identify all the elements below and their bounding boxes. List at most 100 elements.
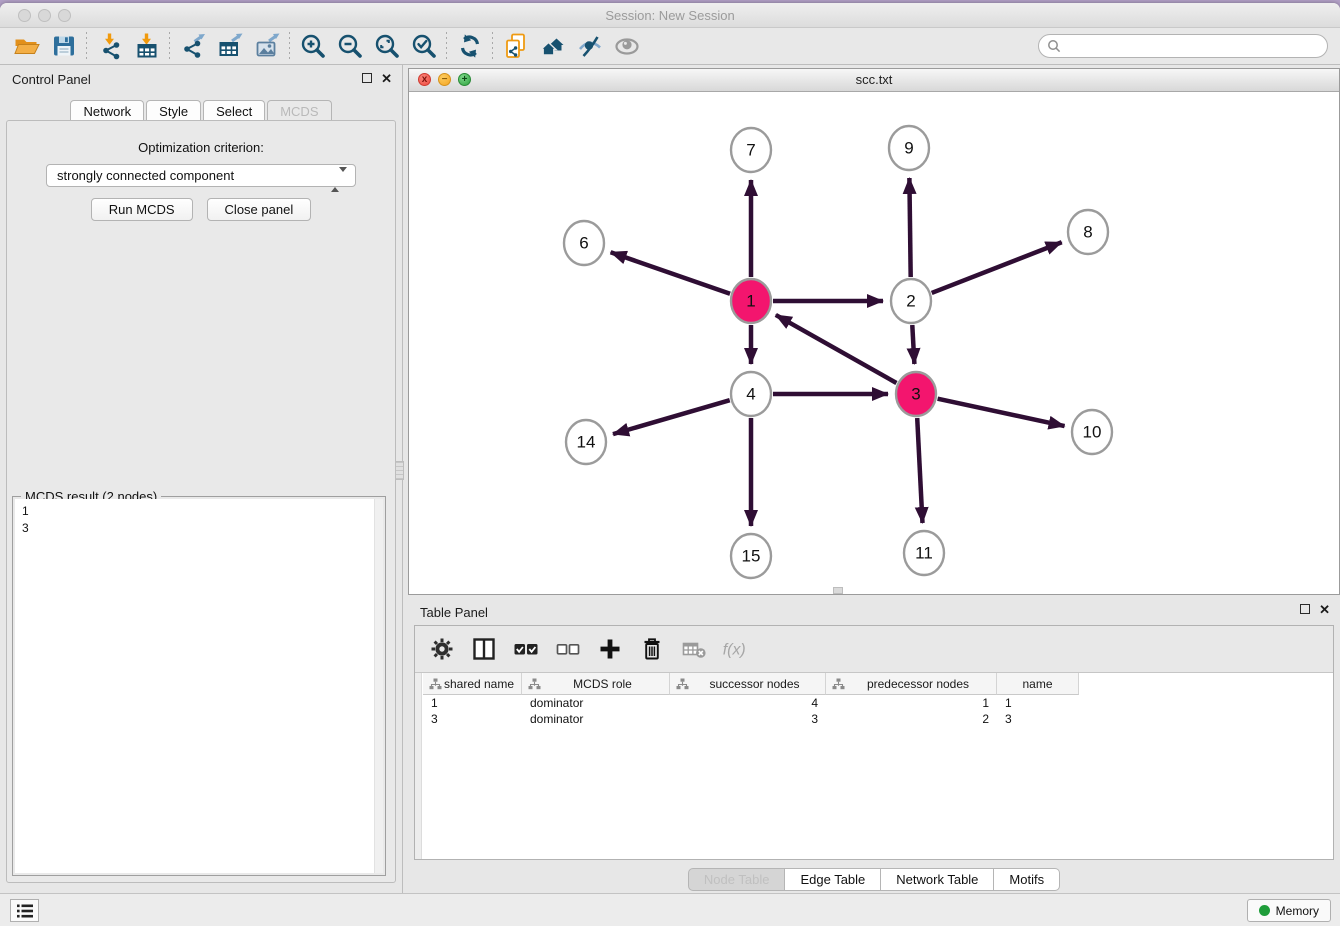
- graph-node-11[interactable]: 11: [904, 531, 944, 575]
- graph-node-10[interactable]: 10: [1072, 410, 1112, 454]
- add-row-button[interactable]: [595, 634, 625, 664]
- mcds-result-area[interactable]: 1 3: [15, 499, 383, 873]
- zoom-fit-button[interactable]: [368, 30, 405, 62]
- show-graphics-details-button[interactable]: [608, 30, 645, 62]
- table-cell[interactable]: dominator: [522, 695, 670, 711]
- column-header-MCDS-role[interactable]: MCDS role: [522, 673, 670, 695]
- network-minimize-button[interactable]: −: [438, 73, 451, 86]
- tab-motifs[interactable]: Motifs: [994, 868, 1060, 891]
- graph-edge-1-6[interactable]: [611, 252, 730, 293]
- network-graph[interactable]: 7 9 6 8 1 2 4 3 14 10 15 11: [409, 92, 1339, 594]
- table-cell[interactable]: 2: [826, 711, 997, 727]
- graph-edge-3-10[interactable]: [938, 399, 1065, 426]
- hierarchy-icon: [528, 678, 541, 693]
- network-close-button[interactable]: x: [418, 73, 431, 86]
- table-body: 1dominator4113dominator323: [423, 695, 1333, 727]
- graph-node-9[interactable]: 9: [889, 126, 929, 170]
- table-cell[interactable]: 3: [423, 711, 522, 727]
- save-session-button[interactable]: [45, 30, 82, 62]
- memory-button[interactable]: Memory: [1247, 899, 1331, 922]
- graph-node-1[interactable]: 1: [731, 279, 771, 323]
- graph-node-6[interactable]: 6: [564, 221, 604, 265]
- table-row[interactable]: 1dominator411: [423, 695, 1333, 711]
- delete-row-button[interactable]: [637, 634, 667, 664]
- show-all-networks-button[interactable]: [534, 30, 571, 62]
- divider-handle[interactable]: [395, 461, 404, 480]
- graph-edge-2-9[interactable]: [909, 178, 910, 277]
- toolbar-separator: [169, 32, 170, 60]
- column-header-predecessor-nodes[interactable]: predecessor nodes: [826, 673, 997, 695]
- close-panel-icon[interactable]: ✕: [381, 73, 392, 84]
- table-row[interactable]: 3dominator323: [423, 711, 1333, 727]
- float-panel-icon[interactable]: [362, 73, 372, 83]
- graph-node-7[interactable]: 7: [731, 128, 771, 172]
- table-cell[interactable]: 3: [997, 711, 1079, 727]
- tab-select[interactable]: Select: [203, 100, 265, 121]
- tab-mcds[interactable]: MCDS: [267, 100, 331, 121]
- column-header-shared-name[interactable]: shared name: [423, 673, 522, 695]
- export-table-button[interactable]: [211, 30, 248, 62]
- tab-network-table[interactable]: Network Table: [881, 868, 994, 891]
- zoom-selected-button[interactable]: [405, 30, 442, 62]
- zoom-out-icon: [336, 32, 364, 60]
- tab-network[interactable]: Network: [70, 100, 144, 121]
- network-maximize-button[interactable]: +: [458, 73, 471, 86]
- hide-graphics-details-button[interactable]: [571, 30, 608, 62]
- graph-edge-2-3[interactable]: [912, 325, 914, 364]
- export-image-button[interactable]: [248, 30, 285, 62]
- svg-text:7: 7: [746, 141, 755, 160]
- table-cell[interactable]: 1: [997, 695, 1079, 711]
- select-all-button[interactable]: [511, 634, 541, 664]
- canvas-resize-handle[interactable]: [833, 587, 843, 594]
- split-view-button[interactable]: [469, 634, 499, 664]
- float-panel-icon[interactable]: [1300, 604, 1310, 614]
- column-header-successor-nodes[interactable]: successor nodes: [670, 673, 826, 695]
- tab-edge-table[interactable]: Edge Table: [785, 868, 881, 891]
- zoom-in-button[interactable]: [294, 30, 331, 62]
- apply-layout-button[interactable]: [451, 30, 488, 62]
- task-history-button[interactable]: [10, 899, 39, 922]
- window-minimize-button[interactable]: [38, 9, 51, 22]
- graph-node-2[interactable]: 2: [891, 279, 931, 323]
- graph-edge-3-1[interactable]: [776, 315, 897, 383]
- import-table-button[interactable]: [128, 30, 165, 62]
- table-settings-button[interactable]: [427, 634, 457, 664]
- clone-network-button[interactable]: [497, 30, 534, 62]
- graph-node-3[interactable]: 3: [896, 372, 936, 416]
- table-cell[interactable]: 1: [423, 695, 522, 711]
- graph-edge-4-14[interactable]: [613, 400, 730, 434]
- delete-table-button[interactable]: [679, 634, 709, 664]
- table-cell[interactable]: 1: [826, 695, 997, 711]
- result-scrollbar[interactable]: [374, 499, 383, 873]
- table-cell[interactable]: dominator: [522, 711, 670, 727]
- function-builder-button[interactable]: f(x): [721, 634, 751, 664]
- graph-edge-2-8[interactable]: [932, 242, 1062, 293]
- criterion-select[interactable]: strongly connected component: [46, 164, 356, 187]
- graph-node-8[interactable]: 8: [1068, 210, 1108, 254]
- window-close-button[interactable]: [18, 9, 31, 22]
- deselect-all-button[interactable]: [553, 634, 583, 664]
- svg-text:f(x): f(x): [723, 641, 746, 658]
- export-network-button[interactable]: [174, 30, 211, 62]
- graph-edge-3-11[interactable]: [917, 418, 922, 523]
- graph-node-15[interactable]: 15: [731, 534, 771, 578]
- tab-style[interactable]: Style: [146, 100, 201, 121]
- table-cell[interactable]: 4: [670, 695, 826, 711]
- tab-node-table[interactable]: Node Table: [688, 868, 786, 891]
- close-panel-icon[interactable]: ✕: [1319, 604, 1330, 615]
- svg-text:8: 8: [1083, 223, 1092, 242]
- close-panel-button[interactable]: Close panel: [207, 198, 312, 221]
- window-zoom-button[interactable]: [58, 9, 71, 22]
- zoom-out-button[interactable]: [331, 30, 368, 62]
- run-mcds-button[interactable]: Run MCDS: [91, 198, 193, 221]
- search-input[interactable]: [1061, 39, 1319, 54]
- open-session-button[interactable]: [8, 30, 45, 62]
- graph-node-14[interactable]: 14: [566, 420, 606, 464]
- network-canvas[interactable]: 7 9 6 8 1 2 4 3 14 10 15 11: [409, 92, 1339, 594]
- graph-node-4[interactable]: 4: [731, 372, 771, 416]
- table-cell[interactable]: 3: [670, 711, 826, 727]
- svg-text:11: 11: [915, 544, 933, 563]
- search-box[interactable]: [1038, 34, 1328, 58]
- import-network-button[interactable]: [91, 30, 128, 62]
- column-header-name[interactable]: name: [997, 673, 1079, 695]
